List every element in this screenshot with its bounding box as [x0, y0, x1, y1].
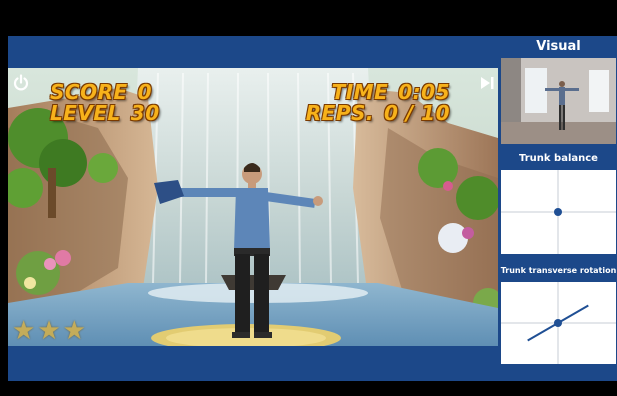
power-button[interactable] — [10, 72, 32, 94]
visual-title: Visual — [536, 39, 581, 54]
trunk-rotation-pivot — [554, 319, 562, 327]
star-icon: ★ — [12, 316, 36, 346]
score-label: SCORE — [50, 80, 128, 104]
trunk-balance-plot — [501, 170, 616, 254]
star-rating: ★ ★ ★ — [12, 318, 86, 344]
power-icon — [13, 74, 29, 91]
time-value: 0:05 — [398, 80, 450, 104]
reps-label: REPS. — [305, 101, 375, 125]
bottom-letterbox — [0, 381, 617, 396]
star-icon: ★ — [62, 316, 86, 346]
trunk-rotation-title: Trunk transverse rotation — [500, 266, 617, 275]
hud-right: TIME 0:05 REPS. 0 / 10 — [300, 82, 450, 124]
trunk-balance-title: Trunk balance — [519, 153, 598, 164]
top-letterbox — [0, 0, 617, 36]
trunk-rotation-graph — [501, 282, 616, 364]
time-label: TIME — [331, 80, 389, 104]
hud-left: SCORE 0 LEVEL 30 — [50, 82, 160, 124]
star-icon: ★ — [37, 316, 61, 346]
level-value: 30 — [130, 101, 160, 125]
trunk-rotation-plot — [501, 282, 616, 364]
level-label: LEVEL — [50, 101, 121, 125]
trunk-balance-marker — [554, 208, 562, 216]
reps-value: 0 / 10 — [384, 101, 450, 125]
camera-feed-image — [501, 58, 616, 144]
trunk-balance-graph — [501, 170, 616, 254]
score-value: 0 — [137, 80, 153, 104]
skip-button[interactable] — [476, 72, 498, 94]
camera-feed — [501, 58, 616, 144]
skip-forward-icon — [481, 77, 494, 89]
